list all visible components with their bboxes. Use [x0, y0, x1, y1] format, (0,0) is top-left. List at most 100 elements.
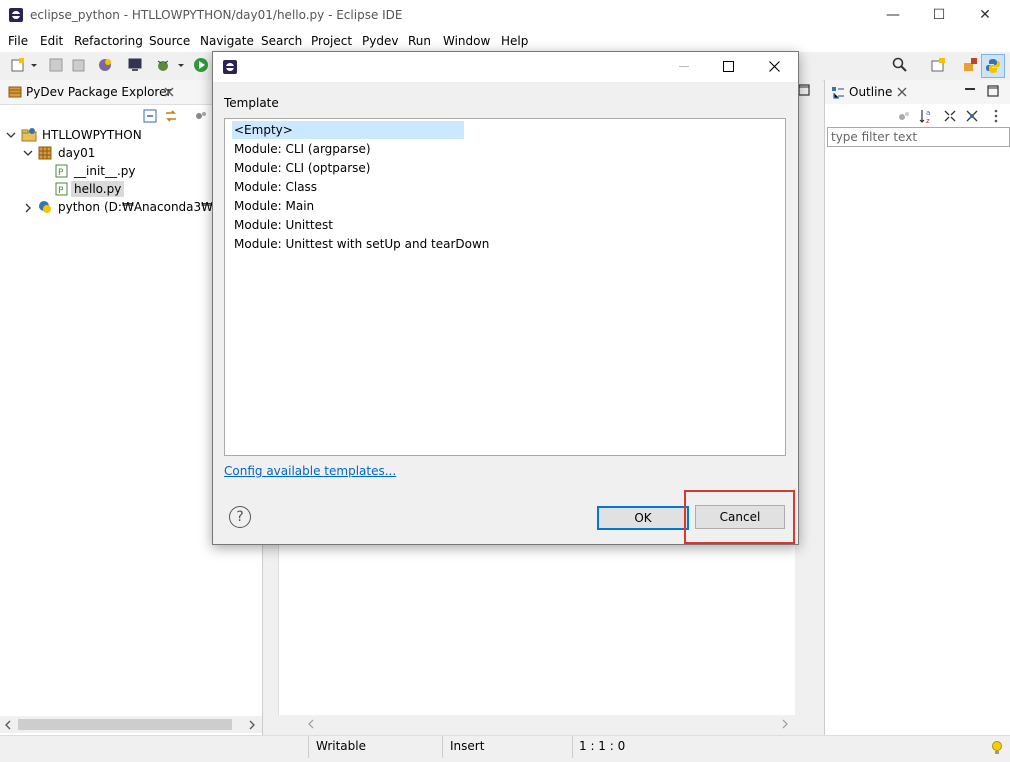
link-with-editor-icon[interactable]	[164, 109, 178, 123]
python-icon	[986, 59, 1000, 73]
tree-item-project[interactable]: HTLLOWPYTHON	[42, 128, 142, 142]
filters-icon[interactable]	[194, 109, 208, 123]
tree-item-package[interactable]: day01	[58, 146, 95, 160]
highlight-box	[684, 490, 795, 544]
collapse-all-icon[interactable]	[143, 109, 157, 123]
project-folder-icon	[21, 128, 37, 142]
status-position: 1 : 1 : 0	[579, 739, 626, 753]
template-item-class[interactable]: Module: Class	[232, 178, 319, 196]
outline-filter-input[interactable]: type filter text	[827, 127, 1010, 147]
eclipse-icon	[223, 60, 237, 74]
status-bar: Writable Insert 1 : 1 : 0	[0, 735, 1010, 762]
explorer-tab-label: PyDev Package Explorer	[26, 85, 172, 99]
menu-source[interactable]: Source	[149, 34, 190, 48]
template-label: Template	[224, 96, 279, 110]
template-item-unittest[interactable]: Module: Unittest	[232, 216, 335, 234]
scroll-left-icon[interactable]	[307, 719, 315, 729]
menu-run[interactable]: Run	[408, 34, 431, 48]
outline-panel: Outline az type filter text	[824, 80, 1010, 735]
menu-help[interactable]: Help	[501, 34, 528, 48]
window-title: eclipse_python - HTLLOWPYTHON/day01/hell…	[30, 8, 403, 22]
svg-text:a: a	[926, 109, 930, 117]
outline-tab-label: Outline	[849, 85, 893, 99]
close-icon[interactable]	[897, 87, 907, 97]
chevron-down-icon[interactable]	[177, 57, 185, 73]
template-item-empty[interactable]: <Empty>	[232, 121, 464, 139]
eclipse-icon	[9, 8, 23, 22]
console-icon[interactable]	[127, 57, 143, 73]
maximize-button[interactable]: ☐	[916, 0, 962, 30]
sort-az-icon[interactable]: az	[919, 108, 935, 124]
status-writable: Writable	[316, 739, 366, 753]
menu-pydev[interactable]: Pydev	[362, 34, 398, 48]
menu-navigate[interactable]: Navigate	[200, 34, 254, 48]
dialog-maximize-icon[interactable]	[723, 61, 734, 72]
config-templates-link[interactable]: Config available templates...	[224, 464, 396, 478]
python-file-icon: P	[55, 164, 68, 178]
menu-project[interactable]: Project	[311, 34, 352, 48]
close-button[interactable]: ✕	[962, 0, 1008, 30]
scroll-right-icon[interactable]	[248, 720, 256, 730]
save-icon[interactable]	[48, 57, 64, 73]
scroll-thumb[interactable]	[18, 719, 232, 730]
svg-text:P: P	[58, 168, 64, 178]
template-item-cli-optparse[interactable]: Module: CLI (optparse)	[232, 159, 372, 177]
pydev-perspective-icon[interactable]	[97, 57, 113, 73]
run-icon[interactable]	[193, 57, 209, 73]
outline-tab[interactable]: Outline	[825, 80, 1010, 104]
editor-horizontal-scrollbar[interactable]	[303, 717, 793, 731]
menu-edit[interactable]: Edit	[40, 34, 63, 48]
filter-icon[interactable]	[897, 109, 911, 123]
outline-icon	[832, 87, 844, 99]
menu-bar: File Edit Refactoring Source Navigate Se…	[0, 30, 1010, 52]
debug-icon[interactable]	[155, 57, 171, 73]
python-interpreter-icon	[39, 201, 51, 213]
menu-refactoring[interactable]: Refactoring	[74, 34, 143, 48]
view-menu-icon[interactable]	[993, 109, 999, 123]
new-file-icon[interactable]	[10, 57, 26, 73]
menu-search[interactable]: Search	[261, 34, 302, 48]
editor-text-area[interactable]	[278, 545, 795, 715]
dialog-close-icon[interactable]	[769, 61, 780, 72]
ok-button[interactable]: OK	[597, 506, 689, 530]
svg-text:P: P	[58, 186, 64, 196]
python-perspective-button[interactable]	[981, 54, 1005, 78]
window-title-bar: eclipse_python - HTLLOWPYTHON/day01/hell…	[0, 0, 1010, 30]
template-list[interactable]: <Empty> Module: CLI (argparse) Module: C…	[224, 118, 786, 456]
menu-window[interactable]: Window	[443, 34, 490, 48]
search-icon[interactable]	[892, 57, 908, 73]
explorer-horizontal-scrollbar[interactable]	[0, 716, 262, 733]
status-insert: Insert	[450, 739, 485, 753]
tree-item-interpreter[interactable]: python	[58, 200, 100, 214]
template-item-cli-argparse[interactable]: Module: CLI (argparse)	[232, 140, 373, 158]
tree-item-hello-file[interactable]: hello.py	[71, 181, 125, 197]
minimize-view-icon[interactable]	[965, 88, 975, 92]
help-icon[interactable]: ?	[229, 506, 251, 528]
scroll-right-icon[interactable]	[781, 719, 789, 729]
chevron-down-icon[interactable]	[6, 130, 16, 140]
svg-text:z: z	[926, 117, 930, 124]
chevron-down-icon[interactable]	[23, 148, 33, 158]
maximize-view-icon[interactable]	[987, 85, 999, 97]
close-icon[interactable]	[164, 87, 174, 97]
save-all-icon[interactable]	[70, 57, 86, 73]
template-item-main[interactable]: Module: Main	[232, 197, 316, 215]
minimize-button[interactable]: —	[870, 0, 916, 30]
open-perspective-icon[interactable]	[930, 57, 946, 73]
scroll-left-icon[interactable]	[4, 720, 12, 730]
expand-icon[interactable]	[965, 109, 979, 123]
python-file-icon: P	[55, 182, 68, 196]
chevron-down-icon[interactable]	[30, 57, 38, 73]
lightbulb-icon[interactable]	[991, 740, 1003, 756]
maximize-icon[interactable]	[797, 83, 813, 99]
tree-item-init-file[interactable]: __init__.py	[74, 164, 136, 178]
dialog-minimize-icon	[679, 66, 689, 67]
template-item-unittest-setup[interactable]: Module: Unittest with setUp and tearDown	[232, 235, 491, 253]
menu-file[interactable]: File	[8, 34, 28, 48]
dialog-title-bar	[213, 52, 798, 82]
collapse-icon[interactable]	[943, 109, 957, 123]
template-dialog: Template <Empty> Module: CLI (argparse) …	[212, 51, 799, 545]
chevron-right-icon[interactable]	[23, 203, 33, 213]
interpreter-path: (D:₩Anaconda3₩py	[104, 200, 228, 214]
java-perspective-icon[interactable]	[962, 57, 978, 73]
